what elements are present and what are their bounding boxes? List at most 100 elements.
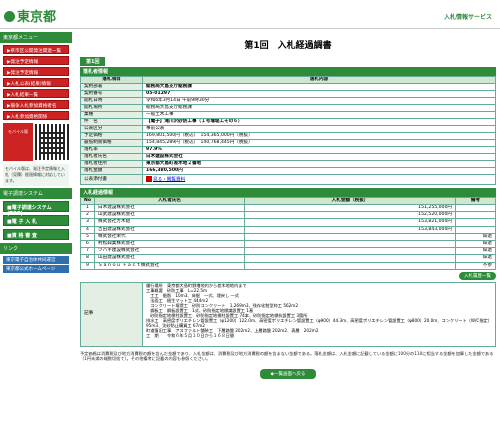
bid-amount: 151,255,000円 (244, 203, 456, 213)
bid-table: No 入札者氏名 入札金額（税抜） 備考 1 白木建設株式会社 151,255,00… (79, 197, 496, 270)
pdf-icon (146, 175, 152, 182)
sidebar-item-5[interactable]: ▶入札結果一覧 (3, 89, 69, 98)
bidder-name: 山武建設株式会社 (94, 211, 246, 220)
bid-no: 9 (79, 261, 96, 270)
bid-note: 辞退 (455, 232, 496, 241)
logo-text: 東京都 (17, 10, 57, 25)
bid-amount (244, 261, 456, 270)
tab-round-1[interactable]: 第1回 (80, 57, 106, 66)
table-row: 5 株式会社栄代 辞退 (79, 232, 496, 241)
sidebar: 東京都メニュー ▶県市区公開発注関連一覧 ▶発注予定情報 ▶発注予定情報 ▶入札… (0, 32, 72, 433)
bidder-name: 株式会社栄代 (94, 232, 246, 241)
row-label: 契約番号 (80, 90, 143, 98)
row-value: 166,380,500円 (142, 167, 496, 175)
bid-amount: 152,520,000円 (244, 211, 456, 220)
bid-amount: 153,821,000円 (244, 218, 456, 227)
sidebar-item-3[interactable]: ▶発注予定情報 (3, 67, 69, 76)
bid-amount (244, 239, 456, 249)
row-label: 契約部署 (80, 83, 143, 91)
row-value: 東京都大島町差木地２番地 (142, 160, 496, 168)
link-joint-operation[interactable]: 東京電子自治体共同運営 (3, 256, 69, 264)
table-row: 1 白木建設株式会社 151,255,000円 (79, 203, 496, 213)
main-content: 第1回 入札経過調書 第1回 落札者情報 落札項目 落札内容 契約部署 総務局大島支… (79, 32, 496, 380)
row-label: 公表区分 (80, 125, 143, 133)
bid-note: 辞退 (455, 254, 496, 263)
table-row: 4 吉田建設株式会社 153,843,000円 (79, 225, 496, 234)
row-label: 公表添付書 (80, 174, 143, 185)
row-value: 総務局大島支庁総務課 (142, 83, 496, 91)
row-value: 白木建設株式会社 (142, 153, 496, 161)
sidebar-item-1[interactable]: ▶県市区公開発注関連一覧 (3, 45, 69, 54)
bidder-name: 吉田建設株式会社 (94, 225, 246, 234)
bid-no: 7 (79, 247, 96, 256)
bid-amount (244, 247, 456, 256)
back-to-list-button[interactable]: ◆一覧画面へ戻る (260, 369, 316, 380)
table-row: 2 山武建設株式会社 152,520,000円 (79, 211, 496, 220)
row-value: 令和6年3月14日 午前9時30分 (142, 97, 496, 105)
row-label: 落札金額 (80, 167, 143, 175)
bid-header-no: No (79, 197, 96, 205)
bid-no: 4 (79, 225, 96, 234)
service-title: 入札情報サービス (443, 14, 492, 21)
table-row: 7 ツバキ建設株式会社 辞退 (79, 247, 496, 256)
notes-label: 記事 (80, 281, 143, 347)
bid-amount (244, 254, 456, 263)
bidder-name: 村松興業株式会社 (94, 239, 246, 249)
sidebar-title-system: 電子調達システム (0, 188, 72, 199)
bid-no: 3 (79, 218, 96, 227)
notes-content: 履行場所 東京都大島町野増地内から差木地地内まで 工事概要 砂防工事 L=22.… (142, 281, 496, 347)
sidebar-item-2[interactable]: ▶発注予定情報 (3, 56, 69, 65)
sidebar-title-menu: 東京都メニュー (0, 32, 72, 43)
row-value: 169,801,500円（税込） 154,365,000円（税抜） (142, 132, 496, 140)
header-item: 落札項目 (80, 76, 143, 84)
qr-code-icon (35, 124, 71, 160)
bid-header-name: 入札者氏名 (94, 197, 246, 205)
section-bid-progress: 入札経過情報 (80, 188, 496, 197)
e-procurement-top-button[interactable]: ■電子調達システム(TOP) (3, 201, 69, 217)
site-header: 東京都 入札情報サービス (0, 0, 500, 29)
sidebar-item-6[interactable]: ▶競争入札参加資格者名 (3, 100, 69, 109)
bidder-name: 山田建設株式会社 (94, 254, 246, 263)
mobile-label: モバイル版 (3, 123, 33, 161)
row-value: 一般土木工事 (142, 111, 496, 119)
bid-no: 5 (79, 232, 96, 241)
sidebar-item-7[interactable]: ▶入札参加資格関係 (3, 111, 69, 120)
mobile-description: モバイル版は、発注予定情報と入札（見積）経過情報に対応しています。 (3, 164, 69, 186)
bid-header-amount: 入札金額（税抜） (244, 197, 456, 205)
tokyo-logo-icon (4, 11, 15, 22)
header-content: 落札内容 (142, 76, 496, 84)
table-row: 9 Ｓａｎｏｕ Ｆａｃｔ株式会社 不参 (79, 261, 496, 270)
notes-table: 記事 履行場所 東京都大島町野増地内から差木地地内まで 工事概要 砂防工事 L=2… (80, 281, 496, 347)
bid-no: 2 (79, 211, 96, 220)
bid-history-button[interactable]: 入札履歴一覧 (459, 271, 496, 280)
mobile-banner[interactable]: モバイル版 (3, 123, 71, 161)
bidder-name: 株式会社芳木組 (94, 218, 246, 227)
row-value: 事前公表 (142, 125, 496, 133)
bid-amount (244, 232, 456, 241)
row-label: 件 名 (80, 118, 143, 126)
bid-no: 8 (79, 254, 96, 263)
bid-note (455, 225, 496, 234)
page-title: 第1回 入札経過調書 (244, 41, 332, 51)
bid-note (455, 203, 496, 213)
bid-note: 辞退 (455, 247, 496, 256)
bid-no: 1 (79, 203, 96, 213)
sidebar-item-4[interactable]: ▶入札公表(結果)情報 (3, 78, 69, 87)
link-tokyo-official[interactable]: 東京都公式ホームページ (3, 265, 69, 273)
row-label: 業種 (80, 111, 143, 119)
qualification-button[interactable]: ■資 格 審 査 (3, 229, 69, 240)
bid-header-note: 備考 (455, 197, 496, 205)
bidder-name: ツバキ建設株式会社 (94, 247, 246, 256)
tokyo-logo[interactable]: 東京都 (4, 6, 56, 25)
attachment-link[interactable]: 見る・閲覧資料 (153, 177, 185, 182)
table-row: 8 山田建設株式会社 辞退 (79, 254, 496, 263)
winner-table: 落札項目 落札内容 契約部署 総務局大島支庁総務課 契約番号 05-01297 開札日… (80, 76, 496, 185)
attachment-cell: 見る・閲覧資料 (142, 174, 496, 185)
row-label: 開札場所 (80, 104, 143, 112)
table-row: 3 株式会社芳木組 153,821,000円 (79, 218, 496, 227)
bidder-name: Ｓａｎｏｕ Ｆａｃｔ株式会社 (94, 261, 246, 270)
row-label: 予定価格 (80, 132, 143, 140)
row-label: 落札者住所 (80, 160, 143, 168)
row-value-subject: 【電子】滝川沢砂防工事（１号堰堤工その６） (142, 118, 496, 126)
bid-note: 不参 (455, 261, 496, 270)
